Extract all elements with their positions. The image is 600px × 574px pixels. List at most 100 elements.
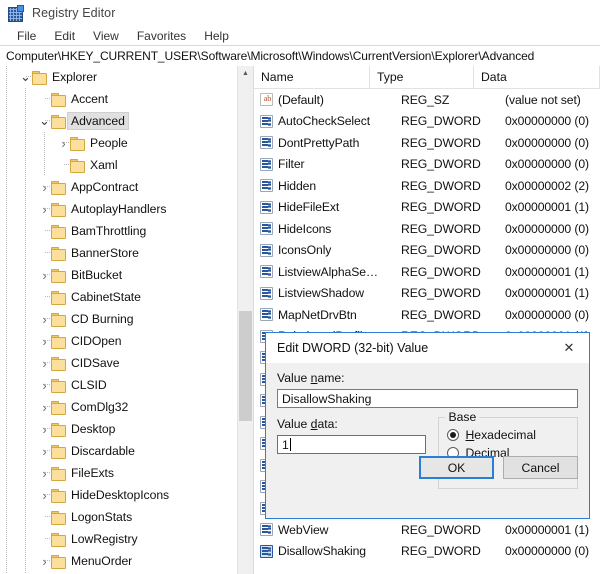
table-row[interactable]: MapNetDrvBtn REG_DWORD 0x00000000 (0) [254, 304, 600, 326]
dword-value-icon [260, 222, 273, 236]
table-row[interactable]: Filter REG_DWORD 0x00000000 (0) [254, 154, 600, 176]
menu-help[interactable]: Help [195, 28, 238, 44]
cell-data: 0x00000002 (2) [505, 178, 589, 193]
tree-item-explorer[interactable]: ⌄ Explorer [0, 66, 238, 88]
tree-item-people[interactable]: › People [0, 132, 238, 154]
radio-hexadecimal[interactable]: Hexadecimal [447, 428, 569, 442]
tree-scroll-thumb[interactable] [239, 311, 252, 421]
tree-guide-line [6, 462, 7, 484]
column-header-data[interactable]: Data [474, 66, 600, 88]
tree-item-bitbucket[interactable]: › BitBucket [0, 264, 238, 286]
registry-path: Computer\HKEY_CURRENT_USER\Software\Micr… [6, 49, 535, 63]
tree-item-desktop[interactable]: › Desktop [0, 418, 238, 440]
menu-favorites[interactable]: Favorites [128, 28, 195, 44]
table-row[interactable]: Hidden REG_DWORD 0x00000002 (2) [254, 175, 600, 197]
tree-item-cd-burning[interactable]: › CD Burning [0, 308, 238, 330]
tree-guide-line [6, 528, 7, 550]
chevron-right-icon[interactable]: › [38, 550, 51, 572]
table-row[interactable]: DontPrettyPath REG_DWORD 0x00000000 (0) [254, 132, 600, 154]
chevron-right-icon[interactable]: › [38, 374, 51, 396]
tree-item-label: CIDOpen [71, 334, 122, 348]
table-row[interactable]: HideFileExt REG_DWORD 0x00000001 (1) [254, 197, 600, 219]
dword-value-icon [260, 179, 273, 193]
cell-name: HideIcons [278, 221, 332, 236]
chevron-right-icon[interactable]: › [38, 440, 51, 462]
chevron-right-icon[interactable]: › [38, 264, 51, 286]
table-row[interactable]: ListviewShadow REG_DWORD 0x00000001 (1) [254, 283, 600, 305]
tree-guide-line [6, 198, 7, 220]
value-name-input[interactable]: DisallowShaking [277, 389, 578, 408]
table-row[interactable]: (Default) REG_SZ (value not set) [254, 89, 600, 111]
tree-item-label: CD Burning [71, 312, 134, 326]
tree-guide-line [6, 440, 7, 462]
menu-edit[interactable]: Edit [45, 28, 84, 44]
tree-item-lowregistry[interactable]: LowRegistry [0, 528, 238, 550]
chevron-right-icon[interactable]: › [38, 308, 51, 330]
table-row[interactable]: HideIcons REG_DWORD 0x00000000 (0) [254, 218, 600, 240]
chevron-down-icon[interactable]: ⌄ [19, 66, 32, 88]
folder-icon [51, 290, 66, 305]
column-header-type[interactable]: Type [370, 66, 474, 88]
chevron-right-icon[interactable]: › [57, 132, 70, 154]
chevron-right-icon[interactable]: › [38, 418, 51, 440]
cancel-button[interactable]: Cancel [503, 456, 578, 479]
tree-item-bannerstore[interactable]: BannerStore [0, 242, 238, 264]
tree-item-autoplayhandlers[interactable]: › AutoplayHandlers [0, 198, 238, 220]
chevron-right-icon[interactable]: › [38, 330, 51, 352]
cell-data: 0x00000000 (0) [505, 544, 589, 559]
table-row[interactable]: AutoCheckSelect REG_DWORD 0x00000000 (0) [254, 111, 600, 133]
tree-guide-line [25, 440, 26, 462]
chevron-right-icon[interactable]: › [38, 396, 51, 418]
tree-item-appcontract[interactable]: › AppContract [0, 176, 238, 198]
column-header-name[interactable]: Name [254, 66, 370, 88]
table-row[interactable]: ListviewAlphaSe… REG_DWORD 0x00000001 (1) [254, 261, 600, 283]
tree-item-logonstats[interactable]: LogonStats [0, 506, 238, 528]
table-row[interactable]: WebView REG_DWORD 0x00000001 (1) [254, 519, 600, 541]
tree-item-xaml[interactable]: Xaml [0, 154, 238, 176]
tree-guide-line [25, 264, 26, 286]
folder-icon [32, 70, 47, 85]
menu-view[interactable]: View [84, 28, 128, 44]
tree-item-fileexts[interactable]: › FileExts [0, 462, 238, 484]
chevron-right-icon[interactable]: › [38, 352, 51, 374]
text-caret [289, 438, 291, 451]
tree-scrollbar[interactable]: ▲ [237, 66, 253, 574]
dword-value-icon [260, 286, 273, 300]
value-data-input[interactable]: 1 [277, 435, 427, 454]
scroll-up-icon[interactable]: ▲ [238, 66, 253, 81]
tree-item-cidopen[interactable]: › CIDOpen [0, 330, 238, 352]
ok-button[interactable]: OK [419, 456, 494, 479]
chevron-right-icon[interactable]: › [38, 462, 51, 484]
chevron-down-icon[interactable]: ⌄ [38, 110, 51, 132]
cell-data: 0x00000000 (0) [505, 243, 589, 258]
tree-guide-line [44, 132, 45, 154]
tree-item-cabinetstate[interactable]: CabinetState [0, 286, 238, 308]
tree-item-comdlg32[interactable]: › ComDlg32 [0, 396, 238, 418]
address-bar[interactable]: Computer\HKEY_CURRENT_USER\Software\Micr… [0, 45, 600, 67]
close-icon[interactable]: ✕ [549, 334, 589, 363]
radio-hexadecimal-indicator[interactable] [447, 429, 460, 441]
tree-item-label: Accent [71, 92, 108, 106]
chevron-right-icon[interactable]: › [38, 198, 51, 220]
tree-item-label: Advanced [67, 112, 129, 130]
menu-file[interactable]: File [8, 28, 45, 44]
chevron-right-icon[interactable]: › [38, 176, 51, 198]
tree-item-advanced[interactable]: ⌄ Advanced [0, 110, 238, 132]
tree-item-accent[interactable]: Accent [0, 88, 238, 110]
tree-item-menuorder[interactable]: › MenuOrder [0, 550, 238, 572]
tree-item-bamthrottling[interactable]: BamThrottling [0, 220, 238, 242]
cell-data: 0x00000000 (0) [505, 221, 589, 236]
tree-item-cidsave[interactable]: › CIDSave [0, 352, 238, 374]
tree-item-clsid[interactable]: › CLSID [0, 374, 238, 396]
cell-name: WebView [278, 522, 329, 537]
table-row[interactable]: IconsOnly REG_DWORD 0x00000000 (0) [254, 240, 600, 262]
tree-item-discardable[interactable]: › Discardable [0, 440, 238, 462]
chevron-right-icon[interactable]: › [38, 484, 51, 506]
tree-item-hidedesktopicons[interactable]: › HideDesktopIcons [0, 484, 238, 506]
registry-tree[interactable]: ⌄ Explorer Accent ⌄ Advanced › People Xaml › AppC… [0, 66, 238, 574]
dialog-title-bar: Edit DWORD (32-bit) Value ✕ [266, 333, 589, 363]
table-row[interactable]: DisallowShaking REG_DWORD 0x00000000 (0) [254, 541, 600, 563]
